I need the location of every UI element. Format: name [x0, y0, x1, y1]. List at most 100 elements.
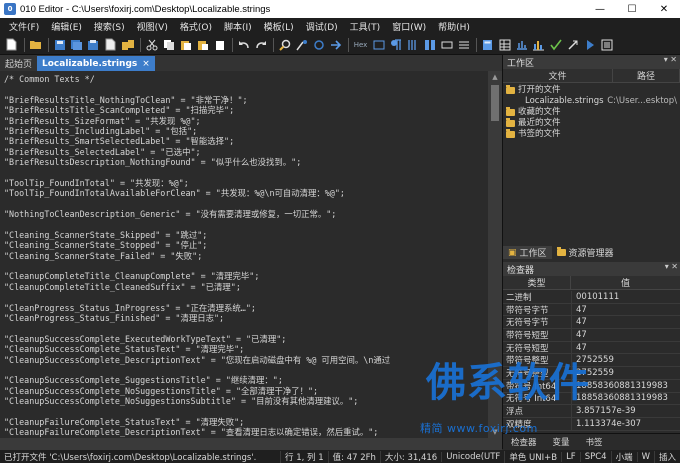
- tab-close-icon[interactable]: ×: [142, 59, 150, 69]
- inspector-value[interactable]: 47: [571, 303, 680, 316]
- code-line[interactable]: "BriefResults_SelectedLabel" = "已选中";: [4, 147, 488, 157]
- inspector-row[interactable]: 无符号字节 47: [503, 316, 680, 330]
- inspector-row[interactable]: 带符号 Int64 18858360881319983: [503, 379, 680, 393]
- inspector-row[interactable]: 带符号整型 2752559: [503, 354, 680, 368]
- menu-script[interactable]: 脚本(I): [218, 20, 258, 33]
- status-mode[interactable]: W: [636, 451, 654, 462]
- text-mode-icon[interactable]: [371, 37, 386, 52]
- code-line[interactable]: [4, 323, 488, 333]
- inspector-row[interactable]: 无符号 Int64 18858360881319983: [503, 392, 680, 406]
- status-insert[interactable]: 插入: [653, 450, 680, 463]
- code-line[interactable]: "CleanupSuccessComplete_NoSuggestionsTit…: [4, 386, 488, 396]
- histogram-icon[interactable]: [531, 37, 546, 52]
- goto-icon[interactable]: [328, 37, 343, 52]
- copy-icon[interactable]: [161, 37, 176, 52]
- code-line[interactable]: "Cleaning_ScannerState_Skipped" = "跳过";: [4, 230, 488, 240]
- tab-variables[interactable]: 变量: [545, 436, 578, 448]
- inspector-row[interactable]: 无符号短型 47: [503, 341, 680, 355]
- code-line[interactable]: "CleanupFailureComplete_DescriptionText"…: [4, 427, 488, 437]
- inspector-value[interactable]: 18858360881319983: [571, 379, 680, 392]
- tree-bookmarked-files[interactable]: 书签的文件: [503, 129, 680, 140]
- columns-icon[interactable]: [422, 37, 437, 52]
- code-line[interactable]: "CleanupFailureComplete_StatusText" = "清…: [4, 417, 488, 427]
- code-line[interactable]: "CleanupCompleteTitle_CleanedSuffix" = "…: [4, 282, 488, 292]
- code-line[interactable]: [4, 168, 488, 178]
- cut-icon[interactable]: [144, 37, 159, 52]
- column-path[interactable]: 路径: [613, 69, 680, 82]
- code-line[interactable]: "CleanupCompleteTitle_CleanupComplete" =…: [4, 271, 488, 281]
- scrollbar-thumb[interactable]: [491, 85, 499, 121]
- tab-start-page[interactable]: 起始页: [0, 56, 37, 71]
- code-line[interactable]: "BriefResultsTitle_ScanCompleted" = "扫描完…: [4, 105, 488, 115]
- code-line[interactable]: "CleanupSuccessComplete_StatusText" = "清…: [4, 344, 488, 354]
- code-line[interactable]: /* Common Texts */: [4, 74, 488, 84]
- tab-workspace[interactable]: ▣ 工作区: [503, 246, 552, 259]
- open-folder-icon[interactable]: [28, 37, 43, 52]
- maximize-button[interactable]: ☐: [616, 0, 648, 18]
- inspector-row[interactable]: 浮点 3.857157e-39: [503, 405, 680, 418]
- tree-open-files[interactable]: 打开的文件: [503, 85, 680, 96]
- menu-search[interactable]: 搜索(S): [88, 20, 131, 33]
- inspector-value[interactable]: 1.113374e-307: [571, 417, 680, 430]
- code-line[interactable]: "CleanProgress_Status_Finished" = "清理日志"…: [4, 313, 488, 323]
- inspector-value[interactable]: 2752559: [571, 354, 680, 367]
- code-line[interactable]: "ToolTip_FoundInTotalAvailableForClean" …: [4, 188, 488, 198]
- ascii-table-icon[interactable]: [497, 37, 512, 52]
- tree-recent-files[interactable]: 最近的文件: [503, 118, 680, 129]
- inspector-row[interactable]: 带符号字节 47: [503, 303, 680, 317]
- menu-window[interactable]: 窗口(W): [386, 20, 432, 33]
- menu-format[interactable]: 格式(O): [174, 20, 218, 33]
- code-line[interactable]: [4, 84, 488, 94]
- code-line[interactable]: "CleanupSuccessComplete_SuggestionsTitle…: [4, 375, 488, 385]
- word-wrap-icon[interactable]: [405, 37, 420, 52]
- scroll-up-icon[interactable]: ▲: [488, 71, 502, 83]
- code-line[interactable]: [4, 199, 488, 209]
- tab-localizable-strings[interactable]: Localizable.strings ×: [37, 56, 155, 71]
- inspector-row[interactable]: 带符号短型 47: [503, 329, 680, 342]
- status-line-ending[interactable]: LF: [561, 451, 580, 462]
- inspector-value[interactable]: 00101111: [571, 291, 680, 303]
- code-line[interactable]: "CleanupSuccessComplete_NoSuggestionsSub…: [4, 396, 488, 406]
- close-file-icon[interactable]: [103, 37, 118, 52]
- inspector-value[interactable]: 18858360881319983: [571, 392, 680, 405]
- code-line[interactable]: "CleanProgress_Status_InProgress" = "正在清…: [4, 303, 488, 313]
- panel-pin-close-icon[interactable]: ▾ ✕: [664, 55, 677, 64]
- status-endian[interactable]: 小端: [610, 450, 637, 463]
- save-as-icon[interactable]: [69, 37, 84, 52]
- code-line[interactable]: [4, 292, 488, 302]
- column-mode-icon[interactable]: [456, 37, 471, 52]
- delete-icon[interactable]: [212, 37, 227, 52]
- code-line[interactable]: "NothingToCleanDescription_Generic" = "没…: [4, 209, 488, 219]
- run-template-icon[interactable]: [565, 37, 580, 52]
- code-line[interactable]: [4, 407, 488, 417]
- code-line[interactable]: [4, 365, 488, 375]
- compare-icon[interactable]: [514, 37, 529, 52]
- tree-file-item[interactable]: Localizable.strings C:\User...esktop\: [503, 96, 680, 107]
- ruler-icon[interactable]: [439, 37, 454, 52]
- status-tab[interactable]: SPC4: [579, 451, 611, 462]
- save-icon[interactable]: [52, 37, 67, 52]
- code-line[interactable]: "BriefResults_SizeFormat" = "共发现 %@";: [4, 116, 488, 126]
- code-line[interactable]: [4, 261, 488, 271]
- menu-tools[interactable]: 工具(T): [344, 20, 387, 33]
- inspector-value[interactable]: 47: [571, 341, 680, 354]
- menu-template[interactable]: 模板(L): [258, 20, 300, 33]
- inspector-value[interactable]: 47: [571, 316, 680, 329]
- tab-bookmarks[interactable]: 书签: [578, 436, 611, 448]
- paste-icon[interactable]: [178, 37, 193, 52]
- panel-pin-close-icon[interactable]: ▾ ✕: [665, 262, 678, 271]
- editor-horizontal-scrollbar[interactable]: [0, 438, 502, 450]
- code-line[interactable]: "BriefResults_SmartSelectedLabel" = "智能选…: [4, 136, 488, 146]
- menu-file[interactable]: 文件(F): [3, 20, 45, 33]
- find-icon[interactable]: [277, 37, 292, 52]
- inspector-row[interactable]: 二进制 00101111: [503, 291, 680, 304]
- hex-mode-icon[interactable]: Hex: [352, 37, 369, 52]
- code-line[interactable]: "Cleaning_ScannerState_Failed" = "失败";: [4, 251, 488, 261]
- code-line[interactable]: "BriefResultsDescription_NothingFound" =…: [4, 157, 488, 167]
- scroll-down-icon[interactable]: ▼: [488, 426, 502, 438]
- menu-view[interactable]: 视图(V): [131, 20, 174, 33]
- text-editor[interactable]: /* Common Texts */ "BriefResultsTitle_Not…: [0, 71, 488, 449]
- close-button[interactable]: ✕: [648, 0, 680, 18]
- inspector-row[interactable]: 双精度 1.113374e-307: [503, 417, 680, 431]
- code-line[interactable]: "BriefResults_IncludingLabel" = "包括";: [4, 126, 488, 136]
